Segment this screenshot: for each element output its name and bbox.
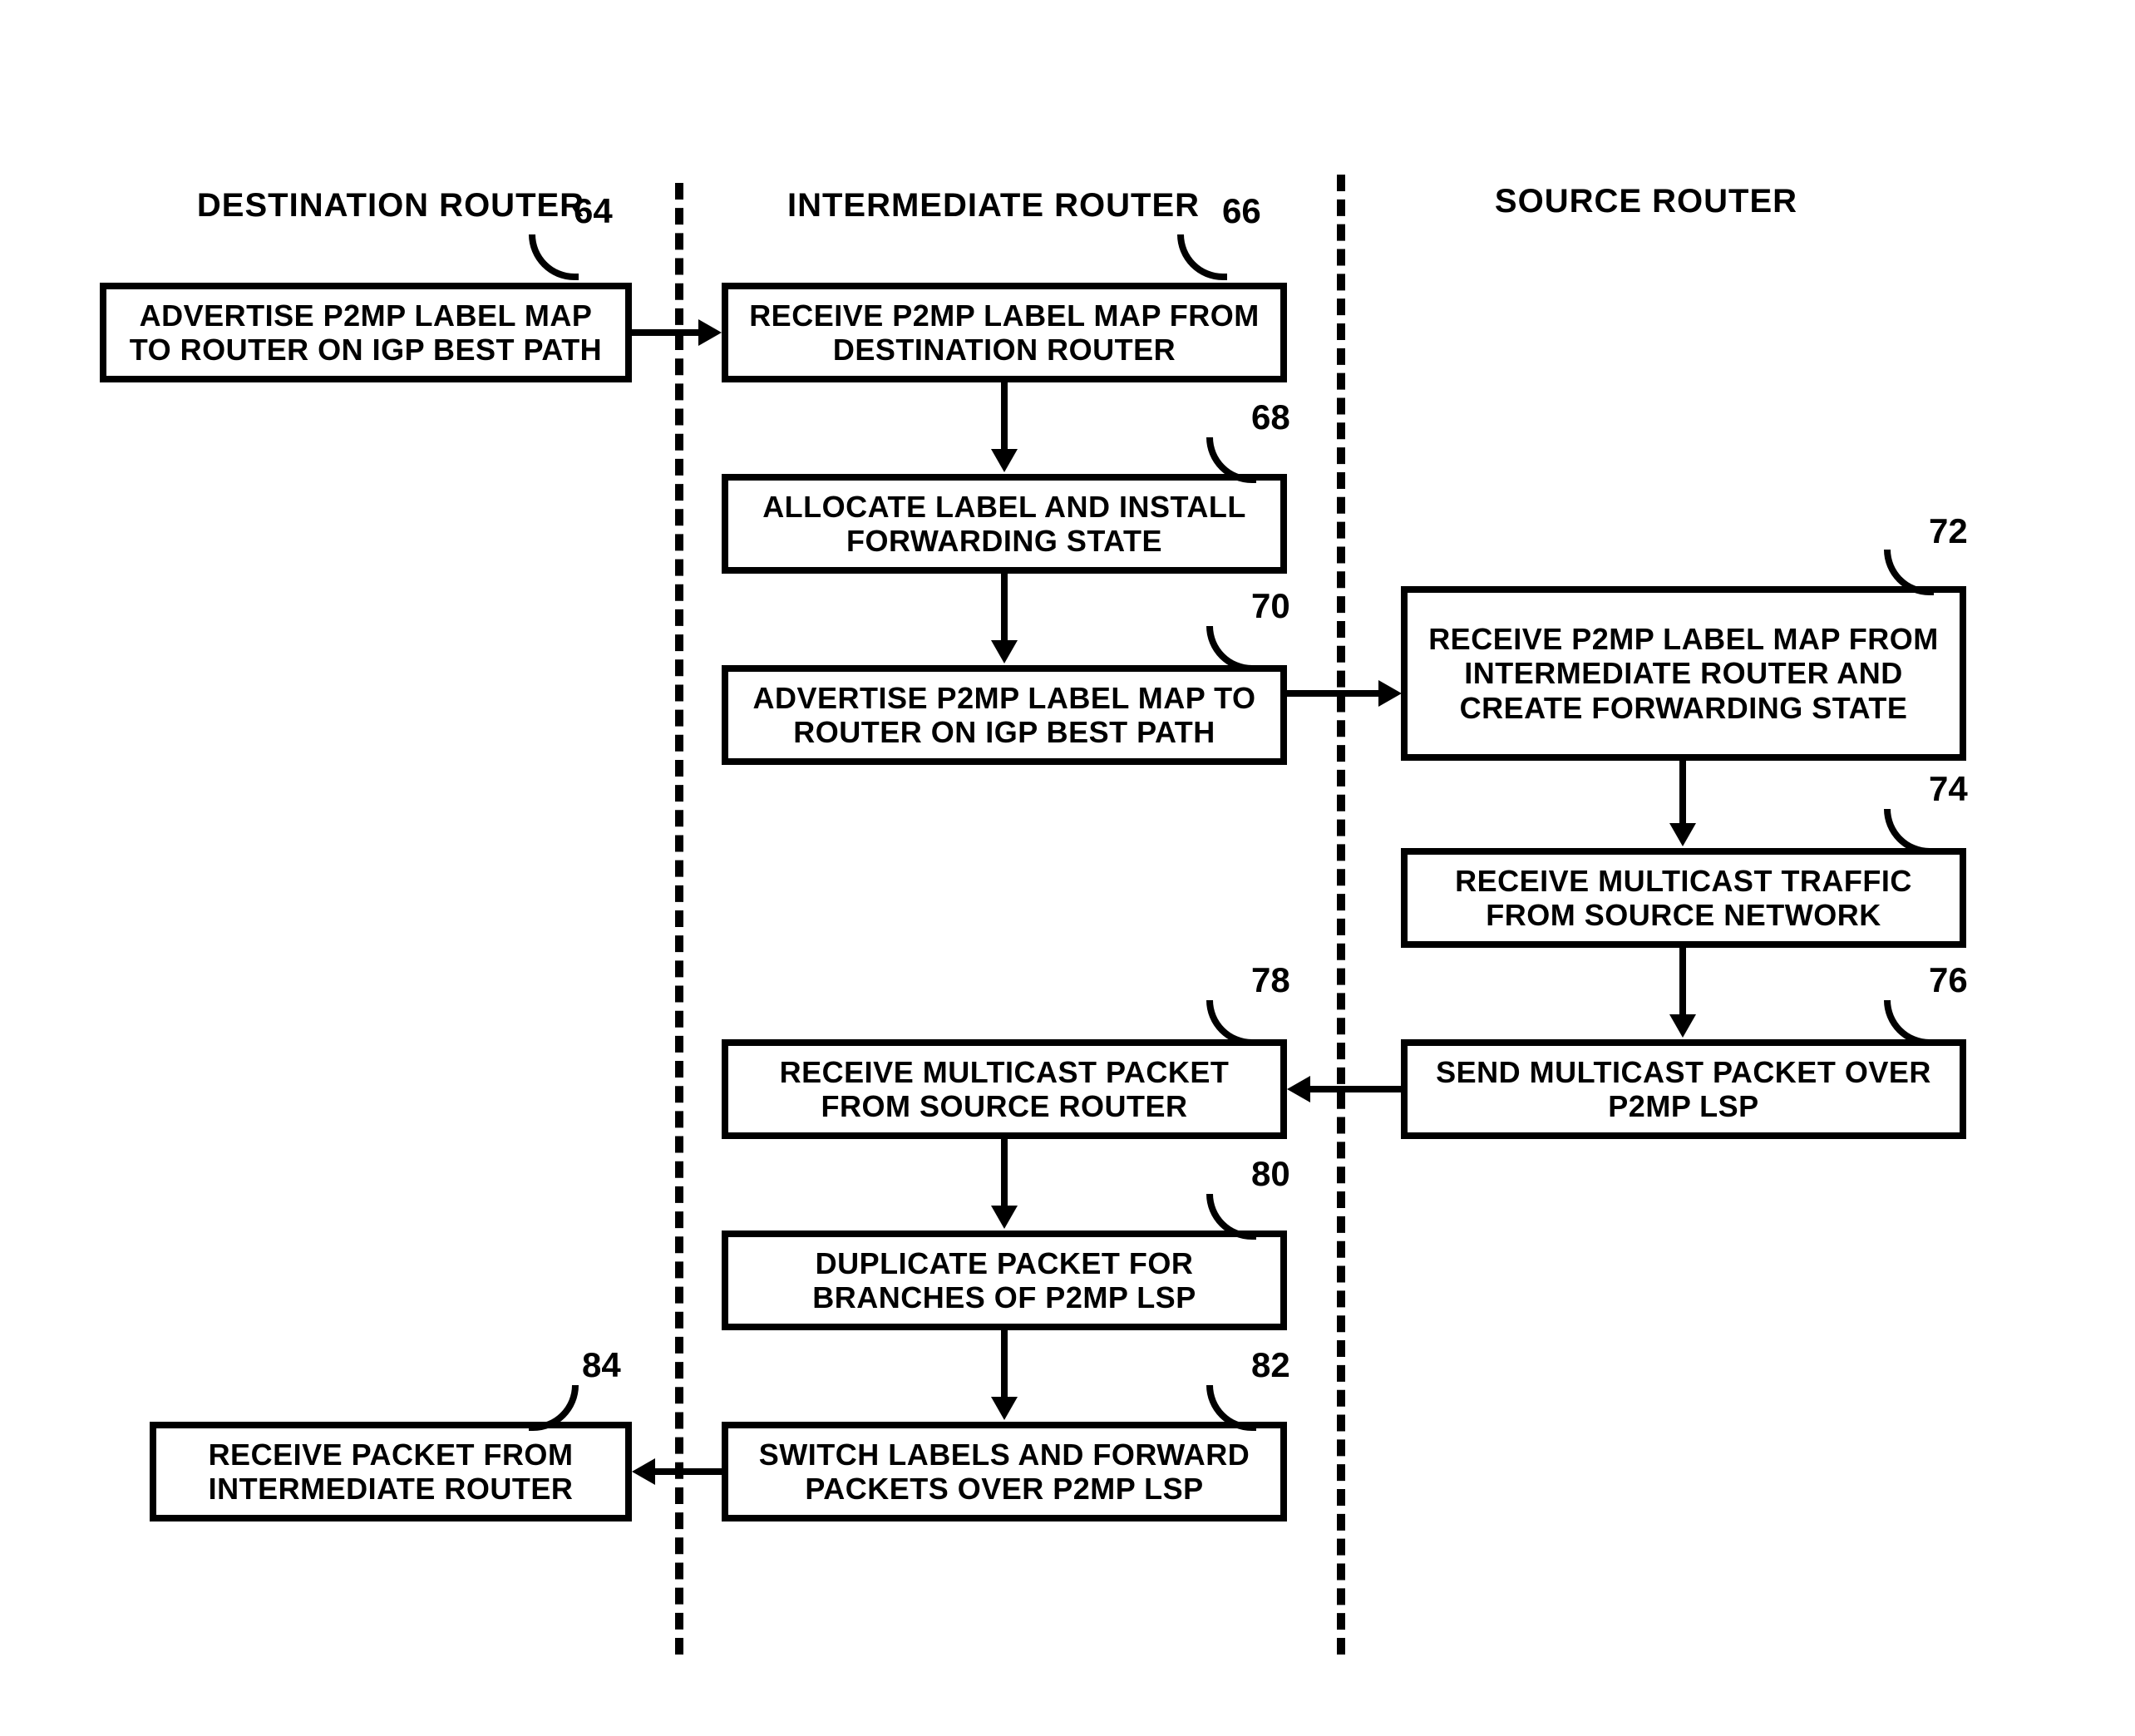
arrowhead-76-to-78 [1287, 1076, 1310, 1102]
callout-64 [529, 234, 579, 280]
box-76: SEND MULTICAST PACKET OVER P2MP LSP [1401, 1039, 1966, 1139]
label-64: 64 [574, 191, 613, 231]
arrowhead-70-to-72 [1378, 680, 1402, 707]
box-64: ADVERTISE P2MP LABEL MAP TO ROUTER ON IG… [100, 283, 632, 382]
box-82: SWITCH LABELS AND FORWARD PACKETS OVER P… [722, 1422, 1287, 1521]
label-76: 76 [1929, 960, 1968, 1000]
box-70: ADVERTISE P2MP LABEL MAP TO ROUTER ON IG… [722, 665, 1287, 765]
arrowhead-82-to-84 [632, 1458, 655, 1485]
callout-66 [1177, 234, 1227, 280]
label-78: 78 [1251, 960, 1290, 1000]
column-header-source: SOURCE ROUTER [1480, 183, 1812, 220]
column-separator-1 [675, 183, 683, 1655]
arrowhead-72-to-74 [1669, 823, 1696, 846]
arrowhead-68-to-70 [991, 640, 1018, 663]
arrow-66-to-68 [1001, 382, 1008, 449]
box-80: DUPLICATE PACKET FOR BRANCHES OF P2MP LS… [722, 1230, 1287, 1330]
arrowhead-80-to-82 [991, 1397, 1018, 1420]
label-74: 74 [1929, 769, 1968, 809]
box-68: ALLOCATE LABEL AND INSTALL FORWARDING ST… [722, 474, 1287, 574]
arrowhead-74-to-76 [1669, 1014, 1696, 1038]
label-68: 68 [1251, 397, 1290, 437]
label-84: 84 [582, 1345, 621, 1385]
arrowhead-66-to-68 [991, 449, 1018, 472]
column-header-intermediate: INTERMEDIATE ROUTER [786, 187, 1201, 224]
label-72: 72 [1929, 511, 1968, 551]
arrow-70-to-72 [1287, 690, 1378, 697]
arrow-72-to-74 [1679, 761, 1686, 823]
label-82: 82 [1251, 1345, 1290, 1385]
arrow-82-to-84 [655, 1468, 722, 1475]
box-78: RECEIVE MULTICAST PACKET FROM SOURCE ROU… [722, 1039, 1287, 1139]
box-74: RECEIVE MULTICAST TRAFFIC FROM SOURCE NE… [1401, 848, 1966, 948]
arrow-68-to-70 [1001, 574, 1008, 640]
column-separator-2 [1337, 175, 1345, 1655]
arrow-64-to-66 [632, 329, 698, 336]
box-84: RECEIVE PACKET FROM INTERMEDIATE ROUTER [150, 1422, 632, 1521]
arrow-80-to-82 [1001, 1330, 1008, 1397]
label-70: 70 [1251, 586, 1290, 626]
arrowhead-78-to-80 [991, 1206, 1018, 1229]
arrow-76-to-78 [1310, 1086, 1402, 1092]
box-66: RECEIVE P2MP LABEL MAP FROM DESTINATION … [722, 283, 1287, 382]
arrow-74-to-76 [1679, 948, 1686, 1014]
label-80: 80 [1251, 1154, 1290, 1194]
column-header-destination: DESTINATION ROUTER [191, 187, 590, 224]
box-72: RECEIVE P2MP LABEL MAP FROM INTERMEDIATE… [1401, 586, 1966, 761]
arrowhead-64-to-66 [698, 319, 722, 346]
arrow-78-to-80 [1001, 1139, 1008, 1206]
label-66: 66 [1222, 191, 1261, 231]
